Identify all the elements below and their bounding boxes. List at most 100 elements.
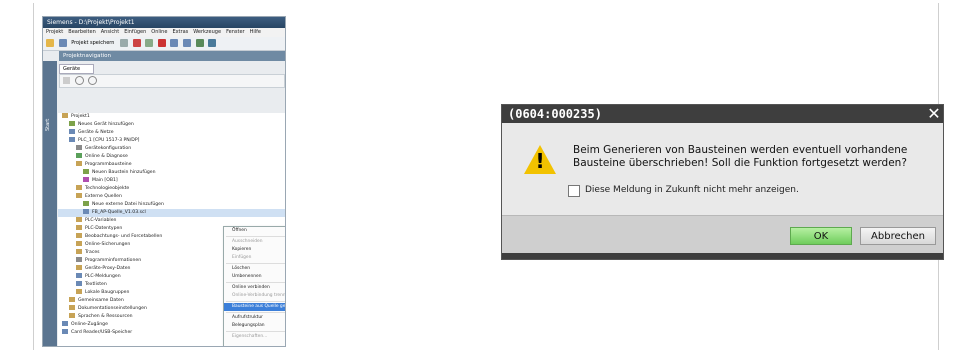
menu-separator [226, 263, 285, 264]
dont-show-again-label[interactable]: Diese Meldung in Zukunft nicht mehr anze… [585, 184, 799, 196]
tree-item-icon [76, 153, 82, 158]
context-menu-item[interactable]: Online-Verbindung trennenStrg+M [224, 292, 285, 300]
tree-item[interactable]: FB_AP-Quelle_V1.03.scl [58, 209, 285, 217]
tree-item-label: PLC-Datentypen [85, 226, 123, 231]
context-menu-item[interactable]: LöschenEntf [224, 265, 285, 273]
tree-item[interactable]: Neuen Baustein hinzufügen [58, 169, 285, 177]
tree-item-label: PLC_1 [CPU 1517-3 PN/DP] [78, 138, 140, 143]
menu-item[interactable]: Fenster [226, 29, 245, 35]
ok-button[interactable]: OK [790, 227, 852, 245]
tree-item-icon [76, 257, 82, 262]
menu-item[interactable]: Hilfe [250, 29, 261, 35]
cancel-button[interactable]: Abbrechen [860, 227, 936, 245]
download-icon[interactable] [208, 38, 217, 47]
context-menu-item-label: Öffnen [232, 228, 247, 233]
context-menu-item[interactable]: Bausteine aus Quelle generieren [224, 303, 286, 311]
back-icon[interactable] [74, 76, 84, 85]
context-menu-item-label: Löschen [232, 266, 251, 271]
dialog-title: (0604:000235) [502, 105, 943, 123]
tree-item[interactable]: Gerätekonfiguration [58, 145, 285, 153]
tree-item[interactable]: Neues Gerät hinzufügen [58, 121, 285, 129]
tree-item-label: Externe Quellen [85, 194, 122, 199]
context-menu-item[interactable]: Eigenschaften...Alt+Eingabe [224, 333, 285, 341]
tree-item[interactable]: Projekt1 [58, 113, 285, 121]
tree-item-icon [69, 121, 75, 126]
context-menu-item-label: Bausteine aus Quelle generieren [232, 304, 286, 309]
menu-item[interactable]: Werkzeuge [193, 29, 221, 35]
menu-item[interactable]: Extras [172, 29, 188, 35]
tree-item[interactable]: PLC-Variablen [58, 217, 285, 225]
tree-item-icon [69, 129, 75, 134]
dont-show-again-checkbox[interactable] [568, 185, 580, 197]
side-tab-bar: Start [43, 61, 57, 346]
new-project-icon[interactable] [46, 38, 54, 47]
tree-item-icon [83, 177, 89, 182]
context-menu-item[interactable]: Aufrufstruktur [224, 314, 285, 322]
context-menu-item[interactable]: EinfügenStrg+V [224, 254, 285, 262]
tree-item-icon [76, 233, 82, 238]
cut-icon[interactable] [132, 38, 141, 47]
context-menu-item-label: Eigenschaften... [232, 334, 268, 339]
delete-icon[interactable] [157, 38, 166, 47]
tree-item[interactable]: Geräte & Netze [58, 129, 285, 137]
tree-item[interactable]: Programmbausteine [58, 161, 285, 169]
tree-item-label: Beobachtungs- und Forcetabellen [85, 234, 163, 239]
tree-item-icon [69, 313, 75, 318]
menu-separator [226, 236, 285, 237]
context-menu-item[interactable]: Belegungsplan [224, 322, 285, 330]
open-project-icon[interactable] [58, 38, 67, 47]
context-menu-item[interactable]: AusschneidenStrg+X [224, 238, 285, 246]
dialog-bottom-bar [502, 253, 943, 259]
message-line-2: Bausteine überschrieben! Soll die Funkti… [573, 157, 907, 169]
copy-icon[interactable] [145, 38, 154, 47]
menu-separator [226, 312, 285, 313]
tree-item-icon [69, 137, 75, 142]
tree-item-icon [83, 169, 89, 174]
context-menu-item[interactable]: UmbenennenF2 [224, 273, 285, 281]
menu-item[interactable]: Bearbeiten [68, 29, 95, 35]
tree-item-label: Online-Zugänge [71, 322, 108, 327]
forward-icon[interactable] [88, 76, 98, 85]
project-navigation-header: Projektnavigation [59, 51, 285, 61]
context-menu-item[interactable]: Öffnen [224, 227, 285, 235]
tree-item-icon [76, 193, 82, 198]
tree-item-label: Main [OB1] [92, 178, 118, 183]
tree-item-icon [62, 113, 68, 118]
redo-icon[interactable] [182, 38, 191, 47]
context-menu-item-label: Umbenennen [232, 274, 262, 279]
tree-item[interactable]: Neue externe Datei hinzufügen [58, 201, 285, 209]
view-icon[interactable] [63, 77, 70, 84]
tree-item-label: Programmbausteine [85, 162, 132, 167]
side-tab-start[interactable]: Start [45, 119, 51, 131]
context-menu-item-label: Ausschneiden [232, 239, 263, 244]
menu-item[interactable]: Ansicht [101, 29, 119, 35]
window-title: Siemens - D:\Projekt\Projekt1 [43, 17, 285, 28]
compile-icon[interactable] [195, 38, 204, 47]
tree-item[interactable]: Technologieobjekte [58, 185, 285, 193]
tree-item[interactable]: Main [OB1] [58, 177, 285, 185]
menu-item[interactable]: Projekt [46, 29, 63, 35]
context-menu-item[interactable]: KopierenStrg+C [224, 246, 285, 254]
save-project-button[interactable]: Projekt speichern [71, 40, 114, 46]
tree-item[interactable]: Externe Quellen [58, 193, 285, 201]
tree-item-label: FB_AP-Quelle_V1.03.scl [92, 210, 146, 215]
tree-item[interactable]: PLC_1 [CPU 1517-3 PN/DP] [58, 137, 285, 145]
tree-item-label: Geräte-Proxy-Daten [85, 266, 131, 271]
tree-item-label: Textlisten [85, 282, 107, 287]
tree-item-label: Neuen Baustein hinzufügen [92, 170, 156, 175]
tab-devices[interactable]: Geräte [59, 64, 94, 74]
print-icon[interactable] [120, 38, 128, 47]
undo-icon[interactable] [170, 38, 179, 47]
tree-item-label: Neue externe Datei hinzufügen [92, 202, 164, 207]
tree-item-label: Programminformationen [85, 258, 142, 263]
close-icon[interactable]: ✕ [925, 105, 943, 123]
tree-item-icon [69, 297, 75, 302]
tree-item[interactable]: Online & Diagnose [58, 153, 285, 161]
tree-item-icon [76, 225, 82, 230]
menu-item[interactable]: Online [151, 29, 167, 35]
menu-item[interactable]: Einfügen [124, 29, 146, 35]
tree-item-icon [76, 217, 82, 222]
menu-separator [226, 331, 285, 332]
warning-mark: ! [535, 149, 545, 173]
context-menu-item[interactable]: Online verbindenStrg+K [224, 284, 285, 292]
